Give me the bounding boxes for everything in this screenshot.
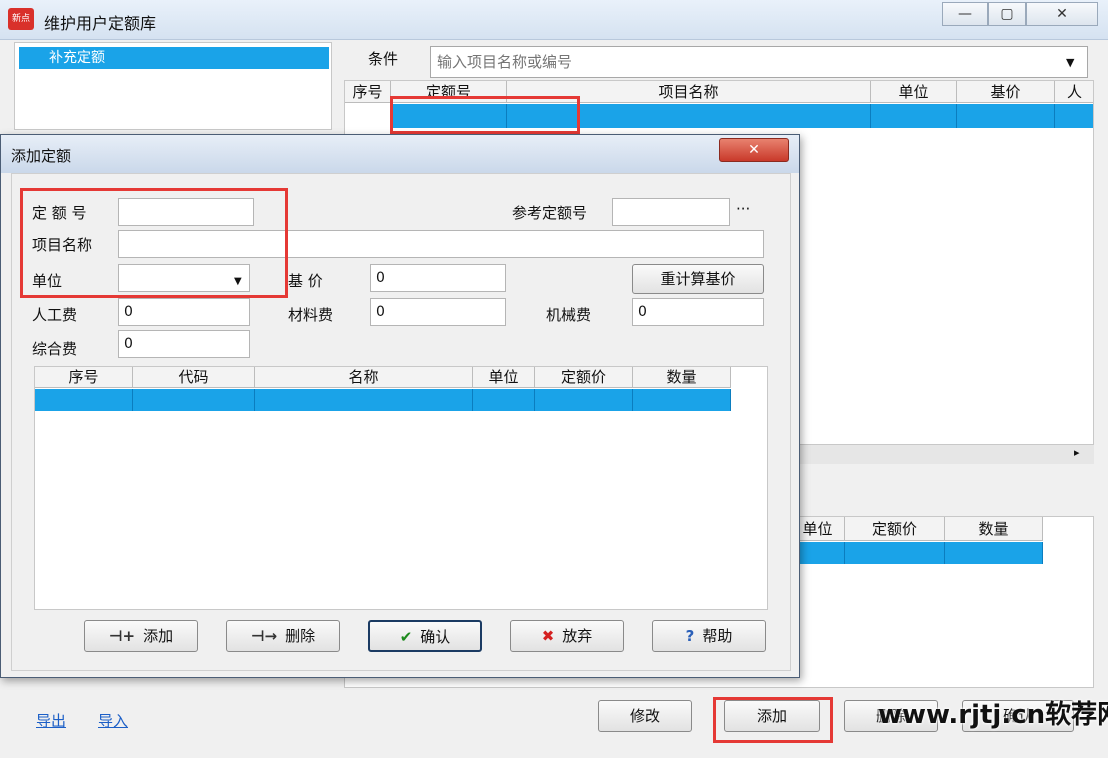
search-input[interactable] — [430, 46, 1088, 78]
column-header[interactable]: 代码 — [133, 367, 255, 388]
column-header[interactable]: 定额价 — [535, 367, 633, 388]
resource-grid[interactable]: 序号 代码 名称 单位 定额价 数量 — [34, 366, 768, 610]
selected-row-cell[interactable] — [535, 389, 633, 411]
button-label: 帮助 — [702, 627, 733, 645]
highlight-box — [390, 96, 580, 134]
delete-row-button[interactable]: ⊣→ 删除 — [226, 620, 340, 652]
labor-cost-label: 人工费 — [32, 306, 78, 324]
column-header[interactable]: 数量 — [945, 517, 1043, 541]
column-header[interactable]: 数量 — [633, 367, 731, 388]
scroll-right-icon[interactable]: ▸ — [1074, 446, 1080, 459]
window-title: 维护用户定额库 — [44, 14, 157, 33]
import-link[interactable]: 导入 — [98, 710, 128, 731]
checkmark-icon: ✔ — [399, 628, 413, 646]
add-row-icon: ⊣+ — [108, 627, 136, 645]
machine-cost-label: 机械费 — [546, 306, 592, 324]
export-link[interactable]: 导出 — [36, 710, 66, 731]
cancel-button[interactable]: ✖ 放弃 — [510, 620, 624, 652]
column-header[interactable]: 单位 — [473, 367, 535, 388]
overhead-cost-field[interactable]: 0 — [118, 330, 250, 358]
recalculate-base-price-button[interactable]: 重计算基价 — [632, 264, 764, 294]
labor-cost-field[interactable]: 0 — [118, 298, 250, 326]
help-icon: ? — [685, 627, 695, 645]
overhead-cost-label: 综合费 — [32, 340, 78, 358]
condition-label: 条件 — [368, 50, 399, 68]
category-tree: 补充定额 — [14, 42, 332, 130]
selected-row-cell[interactable] — [633, 389, 731, 411]
selected-row-cell[interactable] — [133, 389, 255, 411]
selected-row-cell[interactable] — [845, 542, 945, 564]
dialog-titlebar — [1, 135, 799, 173]
x-icon: ✖ — [541, 627, 555, 645]
highlight-box — [713, 697, 833, 743]
modify-button[interactable]: 修改 — [598, 700, 692, 732]
selected-row-cell[interactable] — [473, 389, 535, 411]
column-header[interactable]: 名称 — [255, 367, 473, 388]
column-header[interactable]: 单位 — [871, 81, 957, 103]
button-label: 添加 — [143, 627, 174, 645]
highlight-box — [20, 188, 288, 298]
column-header[interactable]: 序号 — [35, 367, 133, 388]
tree-item-supplementary-quota[interactable]: 补充定额 — [19, 47, 329, 69]
column-header[interactable]: 序号 — [345, 81, 391, 103]
ref-quota-no-label: 参考定额号 — [512, 204, 588, 222]
delete-row-icon: ⊣→ — [250, 627, 278, 645]
material-cost-field[interactable]: 0 — [370, 298, 506, 326]
base-price-field[interactable]: 0 — [370, 264, 506, 292]
material-cost-label: 材料费 — [288, 306, 334, 324]
app-logo-icon: 新点 — [8, 8, 34, 30]
button-label: 放弃 — [562, 627, 593, 645]
column-header[interactable]: 定额价 — [845, 517, 945, 541]
button-label: 确认 — [420, 628, 451, 646]
selected-row-cell[interactable] — [1055, 104, 1093, 128]
browse-icon[interactable]: ··· — [736, 200, 750, 218]
dialog-title: 添加定额 — [11, 147, 72, 165]
column-header[interactable]: 人 — [1055, 81, 1093, 103]
selected-row-cell[interactable] — [871, 104, 957, 128]
button-label: 删除 — [285, 627, 316, 645]
column-header[interactable]: 基价 — [957, 81, 1055, 103]
close-window-button[interactable]: ✕ — [1026, 2, 1098, 26]
add-row-button[interactable]: ⊣+ 添加 — [84, 620, 198, 652]
ref-quota-no-field[interactable] — [612, 198, 730, 226]
maximize-button[interactable]: ▢ — [988, 2, 1026, 26]
ok-button[interactable]: ✔ 确认 — [368, 620, 482, 652]
machine-cost-field[interactable]: 0 — [632, 298, 764, 326]
base-price-label: 基 价 — [288, 272, 323, 290]
help-button[interactable]: ? 帮助 — [652, 620, 766, 652]
watermark: www.rjtj.cn软荐网 — [878, 700, 1108, 730]
chevron-down-icon[interactable]: ▼ — [1066, 56, 1074, 69]
close-icon[interactable]: ✕ — [719, 138, 789, 162]
minimize-button[interactable]: — — [942, 2, 988, 26]
selected-row-cell[interactable] — [35, 389, 133, 411]
selected-row-cell[interactable] — [255, 389, 473, 411]
selected-row-cell[interactable] — [945, 542, 1043, 564]
selected-row-cell[interactable] — [957, 104, 1055, 128]
